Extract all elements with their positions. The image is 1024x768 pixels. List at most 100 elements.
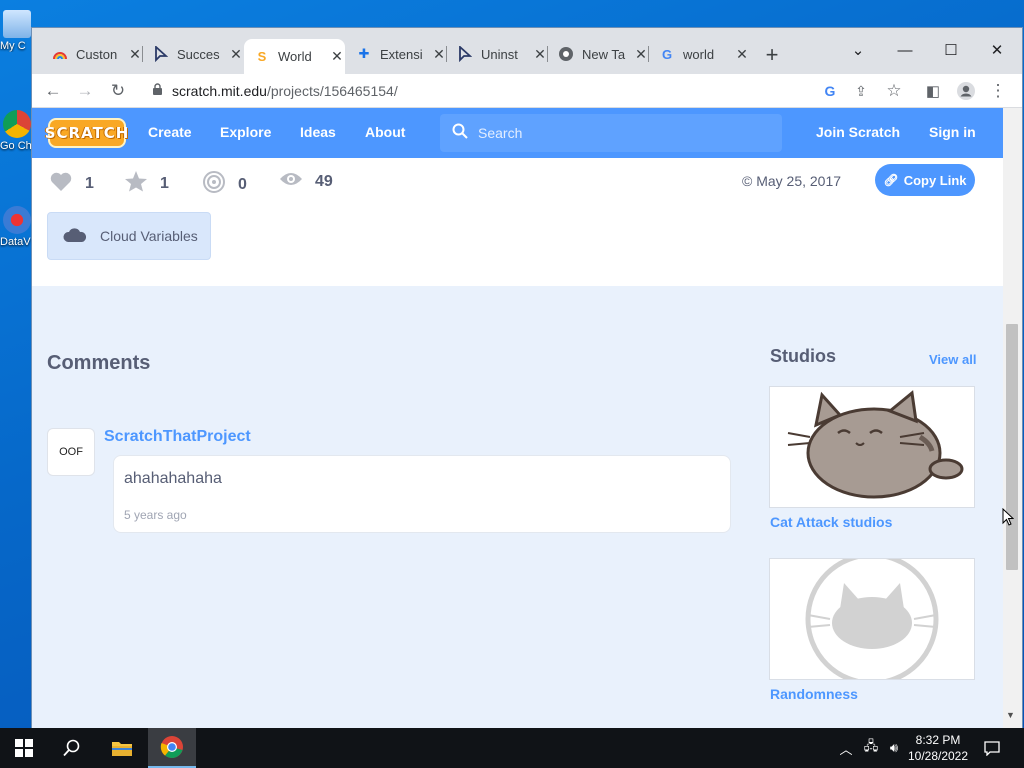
page-viewport: SCRATCH Create Explore Ideas About Join … bbox=[32, 108, 1022, 728]
profile-icon[interactable] bbox=[953, 78, 979, 104]
copy-link-label: Copy Link bbox=[903, 172, 967, 188]
search-input[interactable] bbox=[478, 125, 758, 141]
notification-icon[interactable] bbox=[978, 728, 1006, 768]
folder-icon bbox=[112, 742, 132, 756]
desktop-icon-datav[interactable]: DataV bbox=[0, 206, 34, 248]
bookmark-star-icon[interactable]: ☆ bbox=[881, 78, 907, 104]
minimize-button[interactable]: — bbox=[890, 36, 920, 64]
shared-date: © May 25, 2017 bbox=[742, 173, 842, 189]
new-tab-button[interactable]: + bbox=[760, 42, 784, 68]
close-icon[interactable]: ✕ bbox=[634, 46, 648, 63]
scratch-logo[interactable]: SCRATCH bbox=[45, 118, 128, 148]
tab-label: Uninst bbox=[481, 46, 518, 62]
studios-heading: Studios bbox=[770, 346, 836, 366]
favorites-count: 1 bbox=[160, 174, 169, 192]
tab-custom[interactable]: Custon ✕ bbox=[42, 39, 143, 69]
join-scratch-link[interactable]: Join Scratch bbox=[816, 124, 900, 140]
maximize-button[interactable]: ☐ bbox=[936, 36, 966, 64]
start-button[interactable] bbox=[0, 728, 48, 768]
cloud-variables-label: Cloud Variables bbox=[100, 228, 198, 244]
volume-icon[interactable]: 🔊︎ bbox=[884, 728, 904, 768]
scroll-down-arrow-icon[interactable]: ▼ bbox=[1006, 710, 1015, 720]
clock-time: 8:32 PM bbox=[915, 733, 961, 747]
studio-name-randomness[interactable]: Randomness bbox=[770, 686, 858, 702]
studio-thumbnail-cat-attack[interactable] bbox=[769, 386, 975, 508]
nav-explore[interactable]: Explore bbox=[220, 124, 271, 140]
view-all-studios-link[interactable]: View all bbox=[929, 352, 976, 367]
search-taskbar-button[interactable] bbox=[48, 728, 96, 768]
puzzle-icon: ✚ bbox=[358, 46, 370, 61]
tab-world-active[interactable]: S World ✕ bbox=[244, 39, 345, 74]
cursor-arrow-icon bbox=[457, 46, 473, 62]
studio-name-cat-attack[interactable]: Cat Attack studios bbox=[770, 514, 892, 530]
cloud-icon bbox=[62, 227, 88, 246]
back-arrow-icon[interactable]: ← bbox=[40, 78, 66, 104]
reload-icon[interactable]: ↻ bbox=[105, 78, 131, 104]
file-explorer-taskbar-button[interactable] bbox=[98, 728, 146, 768]
loves-count: 1 bbox=[85, 174, 94, 192]
chrome-taskbar-button[interactable] bbox=[148, 728, 196, 768]
tab-new-tab[interactable]: New Ta ✕ bbox=[548, 39, 649, 69]
favorites-stat[interactable]: 1 bbox=[124, 170, 169, 197]
scratch-s-icon: S bbox=[257, 49, 267, 64]
desktop-icon-label: Go Ch bbox=[0, 140, 32, 152]
desktop-icon-google-chrome[interactable]: Go Ch bbox=[0, 110, 34, 152]
tab-label: Succes bbox=[177, 46, 220, 62]
google-g-icon: G bbox=[661, 46, 673, 62]
close-icon[interactable]: ✕ bbox=[229, 46, 243, 63]
pusheen-cat-image bbox=[787, 390, 964, 499]
tab-label: New Ta bbox=[582, 46, 626, 62]
share-icon[interactable]: ⇪ bbox=[848, 78, 874, 104]
sign-in-link[interactable]: Sign in bbox=[929, 124, 976, 140]
close-icon[interactable]: ✕ bbox=[128, 46, 142, 63]
comments-heading: Comments bbox=[47, 352, 151, 374]
chevron-up-icon[interactable]: ︿ bbox=[838, 728, 854, 768]
remixes-stat: 0 bbox=[202, 170, 247, 199]
tab-label: Custon bbox=[76, 46, 118, 62]
nav-create[interactable]: Create bbox=[148, 124, 192, 140]
tab-label: Extensi bbox=[380, 46, 423, 62]
studio-thumbnail-randomness[interactable] bbox=[769, 552, 975, 686]
computer-icon bbox=[3, 10, 31, 38]
forward-arrow-icon[interactable]: → bbox=[72, 78, 98, 104]
desktop-icon-my-computer[interactable]: My C bbox=[0, 10, 34, 52]
mouse-cursor-icon bbox=[1002, 508, 1014, 526]
close-window-button[interactable]: ✕ bbox=[982, 36, 1012, 64]
copy-link-button[interactable]: 🔗︎ Copy Link bbox=[875, 164, 975, 196]
search-icon bbox=[63, 739, 80, 757]
address-bar[interactable]: scratch.mit.edu/projects/156465154/ bbox=[144, 77, 904, 105]
loves-stat[interactable]: 1 bbox=[49, 170, 94, 197]
remixes-count: 0 bbox=[238, 175, 247, 193]
tab-uninstall[interactable]: Uninst ✕ bbox=[447, 39, 548, 69]
close-icon[interactable]: ✕ bbox=[533, 46, 547, 63]
tab-extensions[interactable]: ✚ Extensi ✕ bbox=[346, 39, 447, 69]
views-stat: 49 bbox=[279, 170, 333, 193]
side-panel-icon[interactable]: ◧ bbox=[920, 78, 946, 104]
menu-kebab-icon[interactable]: ⋮ bbox=[985, 78, 1011, 104]
url-text: scratch.mit.edu/projects/156465154/ bbox=[172, 83, 398, 99]
scrollbar-thumb[interactable] bbox=[1006, 324, 1018, 570]
tab-success[interactable]: Succes ✕ bbox=[143, 39, 244, 69]
nav-ideas[interactable]: Ideas bbox=[300, 124, 336, 140]
avatar[interactable]: OOF bbox=[47, 428, 95, 476]
comment-timestamp: 5 years ago bbox=[124, 508, 187, 522]
nav-about[interactable]: About bbox=[365, 124, 405, 140]
close-icon[interactable]: ✕ bbox=[735, 46, 749, 63]
google-lens-icon[interactable]: G bbox=[817, 78, 843, 104]
chrome-icon bbox=[160, 736, 183, 758]
close-icon[interactable]: ✕ bbox=[330, 48, 344, 65]
clock[interactable]: 8:32 PM 10/28/2022 bbox=[905, 732, 971, 764]
network-icon[interactable]: 🖧︎ bbox=[860, 728, 882, 768]
comment-author-link[interactable]: ScratchThatProject bbox=[104, 428, 251, 446]
tab-strip: Custon ✕ Succes ✕ S World ✕ ✚ Extensi ✕ … bbox=[32, 28, 1022, 74]
tab-google-search[interactable]: G world ✕ bbox=[649, 39, 750, 69]
search-icon bbox=[452, 123, 468, 144]
cloud-variables-tag[interactable]: Cloud Variables bbox=[47, 212, 211, 260]
close-icon[interactable]: ✕ bbox=[432, 46, 446, 63]
avatar-text: OOF bbox=[59, 446, 83, 458]
search-bar[interactable] bbox=[440, 114, 782, 152]
cursor-arrow-icon bbox=[153, 46, 169, 62]
vertical-scrollbar[interactable]: ▼ bbox=[1003, 108, 1022, 728]
star-icon bbox=[124, 170, 148, 197]
tab-search-dropdown-button[interactable]: ⌄ bbox=[843, 36, 873, 64]
